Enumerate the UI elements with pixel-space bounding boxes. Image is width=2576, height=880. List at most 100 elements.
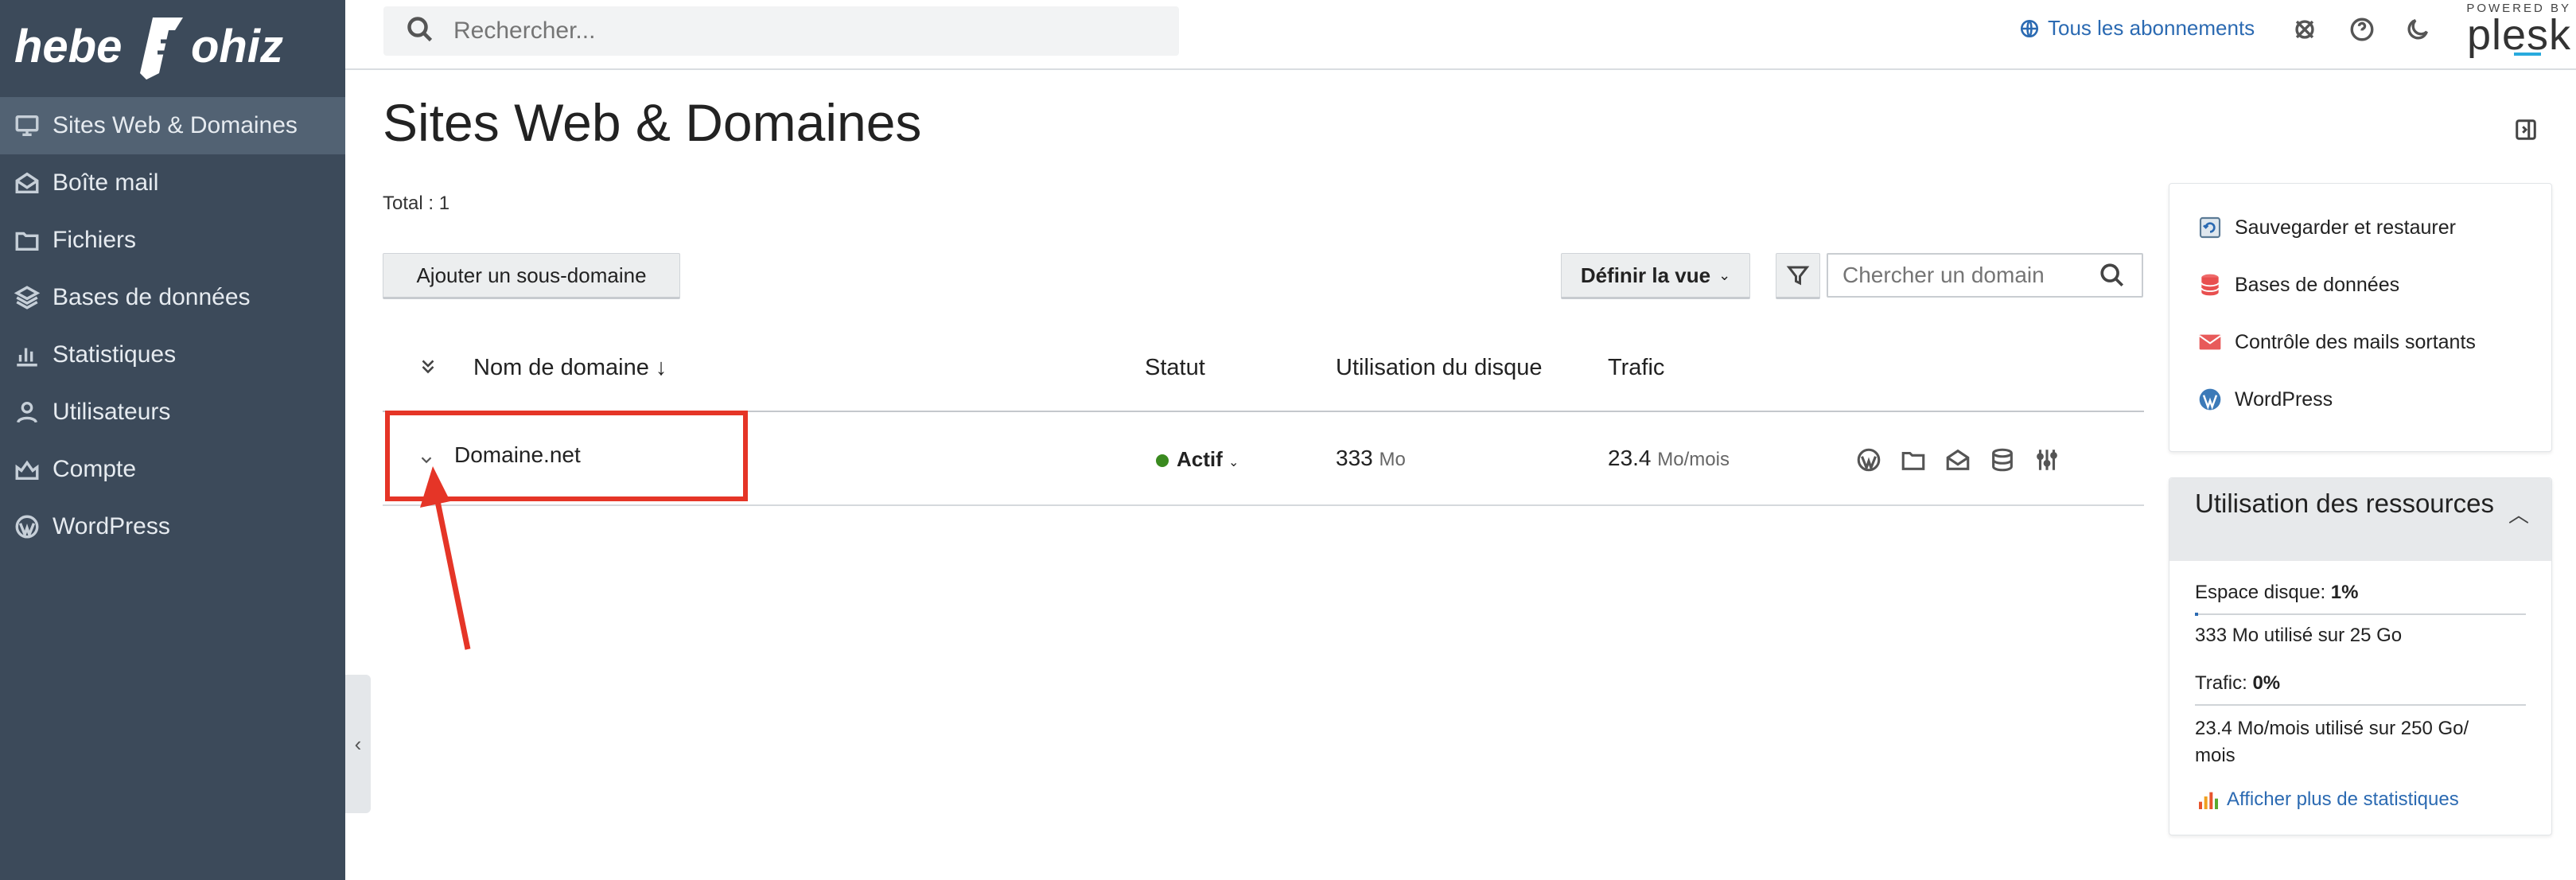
sidebar-item-sites-web[interactable]: Sites Web & Domaines (0, 97, 345, 154)
resource-usage-header[interactable]: Utilisation des ressources ︿ (2169, 478, 2551, 561)
quick-links-card: Sauvegarder et restaurer Bases de donnée… (2169, 183, 2552, 452)
column-header-traffic[interactable]: Trafic (1608, 355, 1664, 381)
define-view-button[interactable]: Définir la vue ⌄ (1561, 253, 1750, 299)
search-input[interactable] (452, 17, 1091, 45)
layers-icon (13, 283, 41, 312)
link-outgoing-mail[interactable]: Contrôle des mails sortants (2197, 329, 2476, 356)
settings-sliders-icon[interactable] (2025, 444, 2069, 476)
disk-space-label: Espace disque: (2195, 582, 2326, 603)
sidebar-item-utilisateurs[interactable]: Utilisateurs (0, 384, 345, 441)
link-label: WordPress (2235, 387, 2333, 411)
column-header-disk[interactable]: Utilisation du disque (1336, 355, 1543, 381)
link-backup[interactable]: Sauvegarder et restaurer (2197, 214, 2456, 241)
envelope-icon (2197, 329, 2224, 356)
help-icon[interactable] (2348, 16, 2376, 43)
mail-icon (13, 169, 41, 197)
account-icon (13, 455, 41, 484)
wordpress-icon (2197, 386, 2224, 413)
subscriptions-selector[interactable]: Tous les abonnements (2019, 16, 2255, 41)
row-actions (1846, 444, 2069, 476)
powered-by-plesk: POWERED BY plesk (2460, 2, 2571, 59)
traffic-usage: 23.4 Mo/mois (1608, 446, 1730, 471)
search-icon (406, 15, 438, 47)
link-label: Bases de données (2235, 273, 2400, 296)
subscriptions-label: Tous les abonnements (2048, 16, 2255, 40)
folder-icon[interactable] (1891, 444, 1936, 476)
disk-usage: 333 Mo (1336, 446, 1406, 471)
chevron-up-icon[interactable]: ︿ (2508, 499, 2529, 528)
domain-search-input[interactable] (1841, 262, 2099, 289)
chevron-down-icon: ⌄ (1718, 267, 1731, 283)
traffic-progress-bar (2195, 704, 2526, 706)
annotation-arrow (420, 466, 471, 650)
status-dropdown[interactable]: Actif ⌄ (1156, 447, 1239, 472)
updates-icon[interactable] (2291, 16, 2318, 43)
traffic-detail: 23.4 Mo/mois utilisé sur 250 Go/ mois (2195, 718, 2469, 766)
svg-text:hebe: hebe (14, 21, 122, 72)
global-search[interactable] (383, 6, 1179, 56)
traffic-value: 23.4 (1608, 446, 1652, 470)
logo[interactable]: hebe ohiz (13, 6, 323, 86)
disk-value: 333 (1336, 446, 1373, 470)
filter-button[interactable] (1776, 253, 1820, 299)
panel-toggle-icon[interactable] (2514, 118, 2539, 143)
dark-mode-icon[interactable] (2404, 16, 2431, 43)
link-wordpress[interactable]: WordPress (2197, 386, 2333, 413)
more-stats-label: Afficher plus de statistiques (2227, 788, 2459, 810)
chevron-down-icon: ⌄ (1228, 456, 1239, 469)
disk-unit: Mo (1379, 449, 1406, 470)
sidebar-item-bases-de-donnees[interactable]: Bases de données (0, 269, 345, 326)
wordpress-icon (13, 512, 41, 541)
plesk-logo: plesk (2466, 11, 2571, 59)
plesk-underline (2514, 53, 2541, 56)
folder-icon (13, 226, 41, 255)
sidebar-item-label: Compte (53, 456, 137, 482)
sidebar-item-fichiers[interactable]: Fichiers (0, 212, 345, 269)
total-count: Total : 1 (383, 193, 450, 214)
database-icon[interactable] (1980, 444, 2025, 476)
globe-icon (2020, 19, 2039, 37)
traffic-label: Trafic: (2195, 672, 2247, 694)
add-subdomain-button[interactable]: Ajouter un sous-domaine (383, 253, 680, 299)
sidebar-collapse-button[interactable]: ‹ (345, 675, 371, 813)
sidebar-item-label: Statistiques (53, 341, 177, 368)
disk-detail: 333 Mo utilisé sur 25 Go (2195, 625, 2403, 646)
traffic-unit: Mo/mois (1657, 449, 1730, 470)
column-header-name[interactable]: Nom de domaine ↓ (473, 355, 667, 381)
sidebar-item-compte[interactable]: Compte (0, 441, 345, 498)
top-bar: Tous les abonnements POWERED BY plesk (345, 0, 2576, 70)
stats-icon (2199, 792, 2218, 809)
resource-usage-card: Utilisation des ressources ︿ Espace disq… (2169, 477, 2552, 835)
backup-icon (2197, 214, 2224, 241)
sidebar-nav: Sites Web & Domaines Boîte mail Fichiers… (0, 97, 345, 555)
wordpress-icon[interactable] (1846, 444, 1891, 476)
database-icon (2197, 271, 2224, 298)
traffic-percent: 0% (2252, 672, 2281, 694)
link-label: Contrôle des mails sortants (2235, 330, 2476, 353)
mail-icon[interactable] (1936, 444, 1980, 476)
traffic-line: Trafic: 0% (2195, 672, 2280, 695)
sidebar-item-statistiques[interactable]: Statistiques (0, 326, 345, 384)
link-databases[interactable]: Bases de données (2197, 271, 2399, 298)
sidebar-item-boite-mail[interactable]: Boîte mail (0, 154, 345, 212)
disk-progress-bar (2195, 613, 2526, 616)
more-stats-link[interactable]: Afficher plus de statistiques (2195, 787, 2459, 812)
monitor-icon (13, 111, 41, 140)
sidebar-item-label: Boîte mail (53, 169, 159, 196)
domain-search[interactable] (1827, 253, 2143, 298)
sidebar-item-wordpress[interactable]: WordPress (0, 498, 345, 555)
sidebar-item-label: WordPress (53, 513, 170, 539)
disk-progress-fill (2195, 613, 2199, 616)
column-header-status[interactable]: Statut (1145, 355, 1205, 381)
resource-usage-title: Utilisation des ressources (2195, 489, 2494, 518)
sidebar-item-label: Sites Web & Domaines (53, 112, 298, 138)
sidebar-item-label: Fichiers (53, 227, 137, 253)
disk-space-line: Espace disque: 1% (2195, 582, 2358, 604)
expand-all-icon[interactable] (418, 356, 438, 384)
filter-icon (1786, 266, 1810, 286)
svg-text:ohiz: ohiz (191, 21, 283, 72)
disk-space-percent: 1% (2330, 582, 2359, 603)
status-dot (1156, 454, 1169, 468)
search-icon[interactable] (2099, 262, 2126, 289)
define-view-label: Définir la vue (1580, 263, 1711, 287)
